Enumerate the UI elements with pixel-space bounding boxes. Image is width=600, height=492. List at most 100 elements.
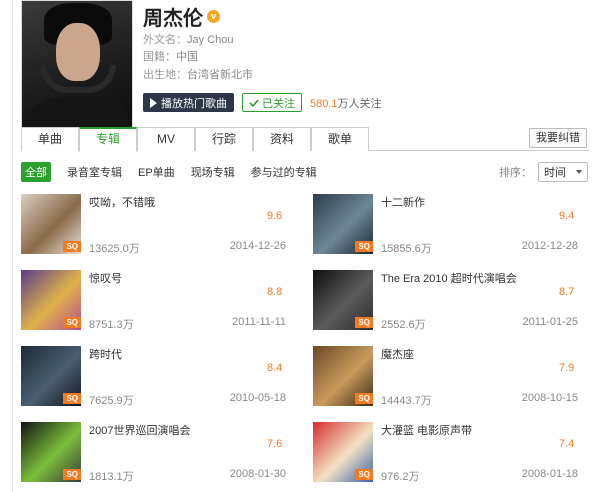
album-filters: 全部 录音室专辑 EP单曲 现场专辑 参与过的专辑 [21,162,317,182]
album-cover[interactable]: SQ [313,422,373,482]
play-hot-songs-label: 播放热门歌曲 [161,97,227,110]
album-date: 2008-10-15 [521,392,578,404]
album-cover[interactable]: SQ [313,270,373,330]
album-date: 2012-12-28 [521,240,578,252]
filter-participated[interactable]: 参与过的专辑 [251,164,317,180]
album-score: 9.6 [267,210,283,222]
follow-button[interactable]: 已关注 [242,93,302,112]
album-date: 2010-05-18 [229,392,286,404]
album-title[interactable]: 大灌篮 电影原声带 [381,422,472,438]
birthplace-label: 出生地： [143,69,187,81]
artist-actions: 播放热门歌曲 已关注 580.1万人关注 [143,93,382,112]
album-title[interactable]: 十二新作 [381,194,425,210]
followers-suffix: 万人关注 [337,97,382,110]
album-date: 2008-01-18 [521,468,578,480]
album-score: 7.9 [559,362,575,374]
sort-control: 排序： 时间 [499,162,588,182]
tab-schedule[interactable]: 行踪 [195,127,253,151]
album-plays: 13625.0万 [89,243,140,255]
check-icon [249,98,259,107]
album-title[interactable]: 跨时代 [89,346,122,362]
album-title[interactable]: 哎呦，不错哦 [89,194,155,210]
album-card[interactable]: SQ 十二新作 9.4 15855.6万 2012-12-28 [313,194,578,256]
album-cover[interactable]: SQ [21,422,81,482]
chevron-down-icon [576,170,582,174]
album-plays: 1813.1万 [89,471,134,483]
filter-studio[interactable]: 录音室专辑 [67,164,122,180]
album-cover[interactable]: SQ [21,194,81,254]
filter-live[interactable]: 现场专辑 [191,164,235,180]
foreign-name-label: 外文名： [143,34,187,46]
album-date: 2008-01-30 [229,468,286,480]
headphones-graphic [40,65,116,93]
sort-label: 排序： [499,167,532,179]
album-score: 9.4 [559,210,575,222]
tab-singles[interactable]: 单曲 [21,127,79,151]
album-score: 8.4 [267,362,283,374]
play-icon [150,97,157,108]
nationality-row: 国籍：中国 [143,48,198,64]
verified-icon: v [207,10,220,23]
album-score: 7.6 [267,438,283,450]
album-plays: 15855.6万 [381,243,432,255]
artist-page: 周杰伦 v 外文名：Jay Chou 国籍：中国 出生地：台湾省新北市 播放热门… [12,0,600,492]
sort-selected: 时间 [544,167,566,179]
album-plays: 7625.9万 [89,395,134,407]
album-cover[interactable]: SQ [313,346,373,406]
album-cover[interactable]: SQ [21,346,81,406]
album-plays: 976.2万 [381,471,420,483]
album-cover[interactable]: SQ [21,270,81,330]
album-card[interactable]: SQ 惊叹号 8.8 8751.3万 2011-11-11 [21,270,286,332]
followers-count: 580.1万人关注 [310,95,382,111]
foreign-name-row: 外文名：Jay Chou [143,31,233,47]
tab-albums[interactable]: 专辑 [79,127,137,152]
nationality-label: 国籍： [143,51,176,63]
album-card[interactable]: SQ 魔杰座 7.9 14443.7万 2008-10-15 [313,346,578,408]
follow-label: 已关注 [262,97,295,110]
artist-tabs: 单曲 专辑 MV 行踪 资料 歌单 我要纠错 [21,127,589,152]
sq-quality-badge: SQ [63,317,81,328]
tab-profile[interactable]: 资料 [253,127,311,151]
artist-avatar[interactable] [21,0,133,138]
album-score: 8.7 [559,286,575,298]
sq-quality-badge: SQ [355,393,373,404]
foreign-name-value: Jay Chou [187,34,234,46]
album-title[interactable]: 魔杰座 [381,346,414,362]
album-card[interactable]: SQ 大灌篮 电影原声带 7.4 976.2万 2008-01-18 [313,422,578,484]
album-score: 7.4 [559,438,575,450]
nationality-value: 中国 [176,51,198,63]
filter-ep[interactable]: EP单曲 [138,164,175,180]
artist-name-row: 周杰伦 v [143,2,220,31]
album-score: 8.8 [267,286,283,298]
sq-quality-badge: SQ [355,241,373,252]
birthplace-row: 出生地：台湾省新北市 [143,66,253,82]
birthplace-value: 台湾省新北市 [187,69,253,81]
tab-mv[interactable]: MV [137,127,195,151]
album-plays: 2552.6万 [381,319,426,331]
album-title[interactable]: The Era 2010 超时代演唱会 [381,270,517,286]
artist-name: 周杰伦 [143,8,203,30]
album-card[interactable]: SQ 跨时代 8.4 7625.9万 2010-05-18 [21,346,286,408]
album-card[interactable]: SQ 哎呦，不错哦 9.6 13625.0万 2014-12-26 [21,194,286,256]
album-plays: 14443.7万 [381,395,432,407]
album-card[interactable]: SQ 2007世界巡回演唱会 7.6 1813.1万 2008-01-30 [21,422,286,484]
followers-number: 580.1 [310,97,338,110]
sq-quality-badge: SQ [63,241,81,252]
sq-quality-badge: SQ [63,393,81,404]
album-date: 2011-11-11 [232,316,286,328]
album-card[interactable]: SQ The Era 2010 超时代演唱会 8.7 2552.6万 2011-01-2… [313,270,578,332]
album-date: 2014-12-26 [229,240,286,252]
album-date: 2011-01-25 [522,316,578,328]
album-cover[interactable]: SQ [313,194,373,254]
tab-playlists[interactable]: 歌单 [311,127,369,151]
sq-quality-badge: SQ [63,469,81,480]
album-plays: 8751.3万 [89,319,134,331]
album-title[interactable]: 2007世界巡回演唱会 [89,422,190,438]
play-hot-songs-button[interactable]: 播放热门歌曲 [143,93,234,112]
filter-all[interactable]: 全部 [21,162,51,182]
sq-quality-badge: SQ [355,469,373,480]
report-error-button[interactable]: 我要纠错 [529,128,587,148]
sq-quality-badge: SQ [355,317,373,328]
sort-select[interactable]: 时间 [538,162,588,182]
album-title[interactable]: 惊叹号 [89,270,122,286]
